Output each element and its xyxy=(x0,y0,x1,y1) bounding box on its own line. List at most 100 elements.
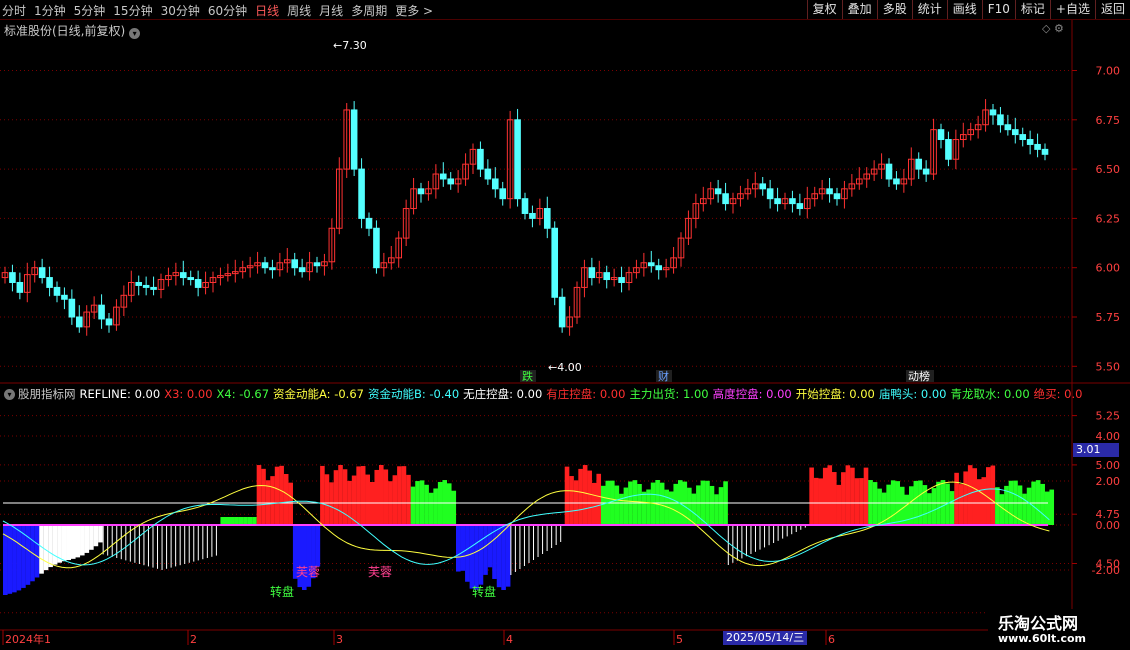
indicator-bar xyxy=(179,525,181,566)
indicator-bar xyxy=(152,525,154,568)
indicator-bar xyxy=(850,467,855,525)
indicator-bar xyxy=(274,466,280,525)
indicator-bar xyxy=(899,486,905,525)
indicator-bar xyxy=(252,517,257,525)
indicator-bar xyxy=(972,468,978,525)
indicator-field-2: X3: 0.00 xyxy=(164,387,213,401)
indicator-bar xyxy=(301,525,307,590)
indicator-bar xyxy=(70,525,76,559)
indicator-bar xyxy=(48,525,53,568)
indicator-bar xyxy=(170,525,172,568)
time-axis-label: 3 xyxy=(336,633,343,646)
indicator-bar xyxy=(360,466,366,525)
candle-body xyxy=(417,188,425,195)
indicator-dropdown-icon[interactable]: ▾ xyxy=(4,388,15,400)
indicator-bar xyxy=(397,466,402,525)
candle-body xyxy=(989,109,997,116)
indicator-bar xyxy=(143,525,145,566)
price-high-label: ←7.30 xyxy=(333,39,367,52)
candle-body xyxy=(514,119,521,200)
indicator-bar xyxy=(197,525,199,561)
indicator-bar xyxy=(931,488,937,525)
indicator-field-12: 青龙取水: 0.00 xyxy=(950,387,1030,401)
candle-body xyxy=(298,267,306,273)
price-tick-label: 7.00 xyxy=(1096,65,1121,78)
indicator-field-1: REFLINE: 0.00 xyxy=(79,387,161,401)
indicator-bar xyxy=(614,485,620,525)
candle-body xyxy=(1019,134,1027,141)
indicator-bar xyxy=(659,482,665,525)
candle-body xyxy=(373,227,380,269)
candle-body xyxy=(350,109,358,170)
indicator-bar xyxy=(637,484,642,525)
signal-label-3: 转盘 xyxy=(472,584,496,599)
indicator-bar xyxy=(61,525,67,562)
indicator-bar xyxy=(673,483,679,525)
candle-body xyxy=(774,198,781,205)
indicator-bar xyxy=(424,484,429,525)
indicator-bar xyxy=(279,465,284,525)
candle-body xyxy=(945,139,952,160)
candle-body xyxy=(722,193,729,205)
candle-body xyxy=(796,203,804,210)
candle-body xyxy=(588,267,596,279)
event-tag-2: 动榜 xyxy=(908,369,930,383)
indicator-bar xyxy=(247,517,253,525)
price-tick-label: 5.50 xyxy=(1096,360,1121,373)
indicator-bar xyxy=(125,525,127,561)
indicator-bar xyxy=(967,465,973,525)
indicator-bar xyxy=(831,472,837,525)
indicator-bar xyxy=(551,525,553,548)
indicator-field-10: 开始控盘: 0.00 xyxy=(795,387,875,401)
indicator-bar xyxy=(519,525,521,569)
indicator-bar xyxy=(754,525,756,552)
candle-body xyxy=(893,178,900,185)
indicator-bar xyxy=(990,465,996,525)
indicator-bar xyxy=(949,491,955,525)
indicator-bar xyxy=(410,486,416,525)
indicator-bar xyxy=(827,465,833,525)
candle-body xyxy=(714,188,722,195)
price-tick-label: 6.75 xyxy=(1096,114,1121,127)
indicator-bar xyxy=(745,525,747,557)
candle-body xyxy=(38,267,46,279)
indicator-bar xyxy=(378,465,384,525)
indicator-bar xyxy=(224,517,230,525)
price-tick-label: 6.25 xyxy=(1096,212,1121,225)
indicator-bar xyxy=(750,525,752,554)
price-tick-label: 6.00 xyxy=(1096,262,1121,275)
candle-body xyxy=(365,217,373,229)
indicator-bar xyxy=(487,525,493,568)
indicator-bar xyxy=(777,525,779,541)
candle-body xyxy=(937,129,945,141)
indicator-bar xyxy=(234,517,239,525)
candle-body xyxy=(551,227,559,298)
indicator-bar xyxy=(333,470,339,525)
indicator-tick-label: 0.00 xyxy=(1096,519,1121,532)
price-low-label: ←4.00 xyxy=(548,361,582,374)
indicator-bar xyxy=(718,487,724,525)
indicator-bar xyxy=(600,485,606,525)
indicator-bar xyxy=(7,525,13,594)
candle-body xyxy=(16,281,24,293)
candle-body xyxy=(105,318,113,326)
indicator-bar xyxy=(52,525,58,565)
indicator-bar xyxy=(342,469,348,525)
indicator-field-9: 高度控盘: 0.00 xyxy=(712,387,792,401)
candle-body xyxy=(261,262,269,269)
chart-canvas[interactable]: 7.006.756.506.256.005.755.505.255.004.75… xyxy=(0,0,1130,650)
indicator-field-13: 绝买: 0.0 xyxy=(1033,387,1083,401)
indicator-bar xyxy=(1026,487,1032,525)
candle-body xyxy=(499,188,507,200)
candle-body xyxy=(915,158,923,170)
indicator-bar xyxy=(270,476,275,525)
watermark: 乐淘公式网 www.60lt.com xyxy=(988,609,1130,650)
indicator-bar xyxy=(505,525,511,587)
candle-body xyxy=(558,296,566,328)
indicator-bar xyxy=(215,525,217,556)
indicator-bar xyxy=(542,525,544,554)
indicator-bar xyxy=(428,492,434,525)
indicator-bar xyxy=(16,525,22,591)
cursor-date: 2025/05/14/三 xyxy=(723,631,808,645)
watermark-url: www.60lt.com xyxy=(998,632,1087,645)
